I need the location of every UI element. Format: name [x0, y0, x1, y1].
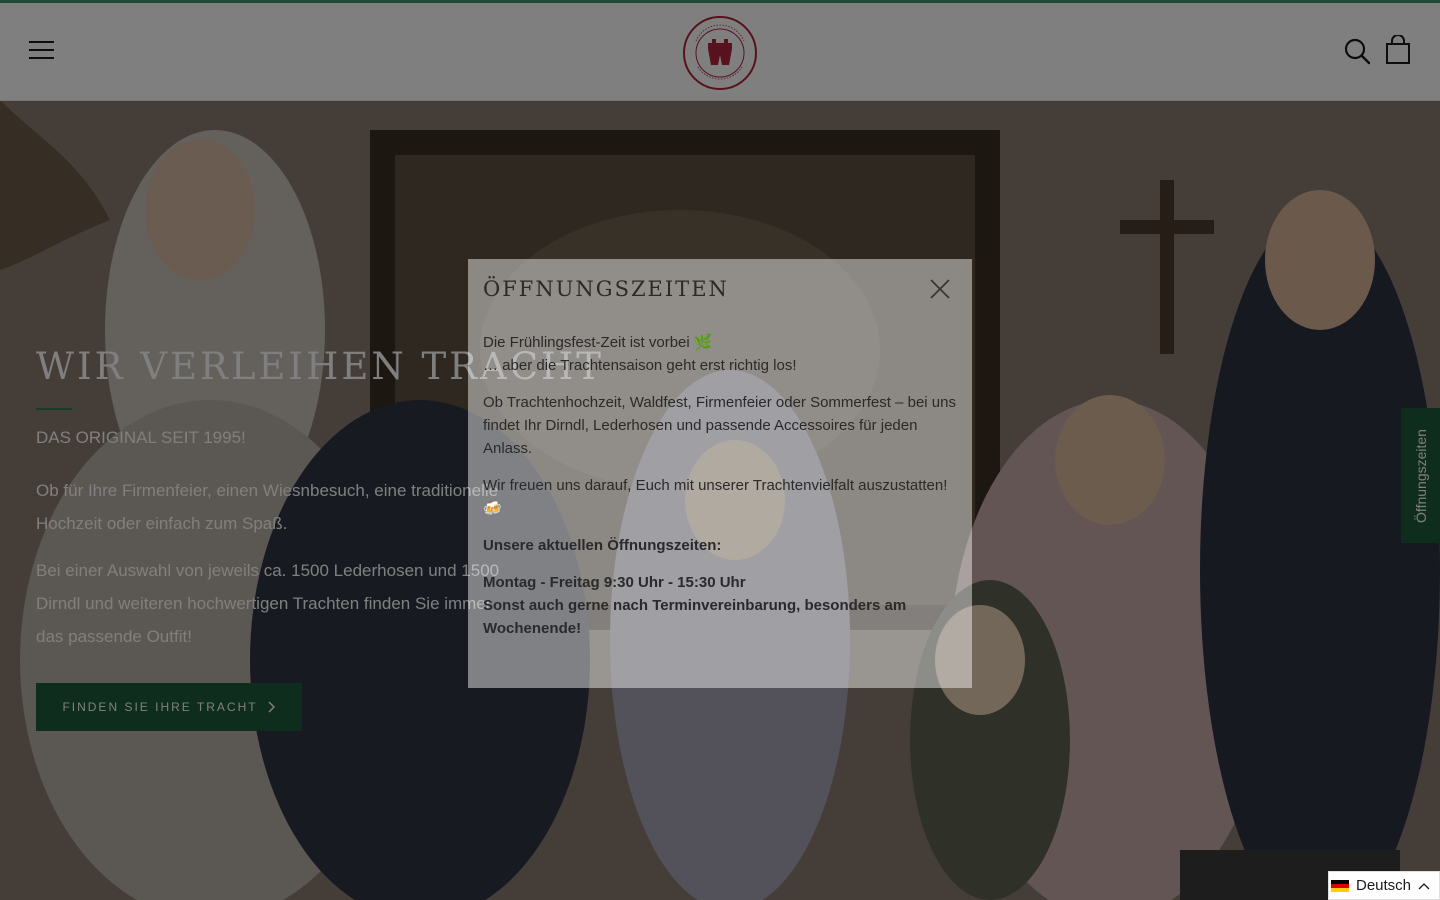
modal-intro-line-2: … aber die Trachtensaison geht erst rich…	[483, 357, 797, 374]
modal-intro: Die Frühlingsfest-Zeit ist vorbei 🌿 … ab…	[483, 331, 957, 377]
language-switcher[interactable]: Deutsch	[1328, 871, 1440, 900]
modal-title: ÖFFNUNGSZEITEN	[483, 277, 729, 301]
modal-hours-heading: Unsere aktuellen Öffnungszeiten:	[483, 537, 722, 554]
modal-hours-line-2: Sonst auch gerne nach Terminvereinbarung…	[483, 597, 907, 637]
chevron-up-icon	[1418, 882, 1430, 889]
modal-hours: Montag - Freitag 9:30 Uhr - 15:30 Uhr So…	[483, 571, 957, 640]
modal-hours-line-1: Montag - Freitag 9:30 Uhr - 15:30 Uhr	[483, 574, 746, 591]
opening-hours-modal: ÖFFNUNGSZEITEN Die Frühlingsfest-Zeit is…	[468, 259, 972, 688]
german-flag-icon	[1331, 879, 1349, 892]
close-icon[interactable]	[928, 277, 952, 301]
modal-intro-line-1: Die Frühlingsfest-Zeit ist vorbei 🌿	[483, 334, 713, 351]
top-accent-bar	[0, 0, 1440, 3]
language-label: Deutsch	[1356, 877, 1412, 894]
modal-paragraph-2: Ob Trachtenhochzeit, Waldfest, Firmenfei…	[483, 394, 956, 457]
modal-paragraph-3: Wir freuen uns darauf, Euch mit unserer …	[483, 477, 948, 517]
